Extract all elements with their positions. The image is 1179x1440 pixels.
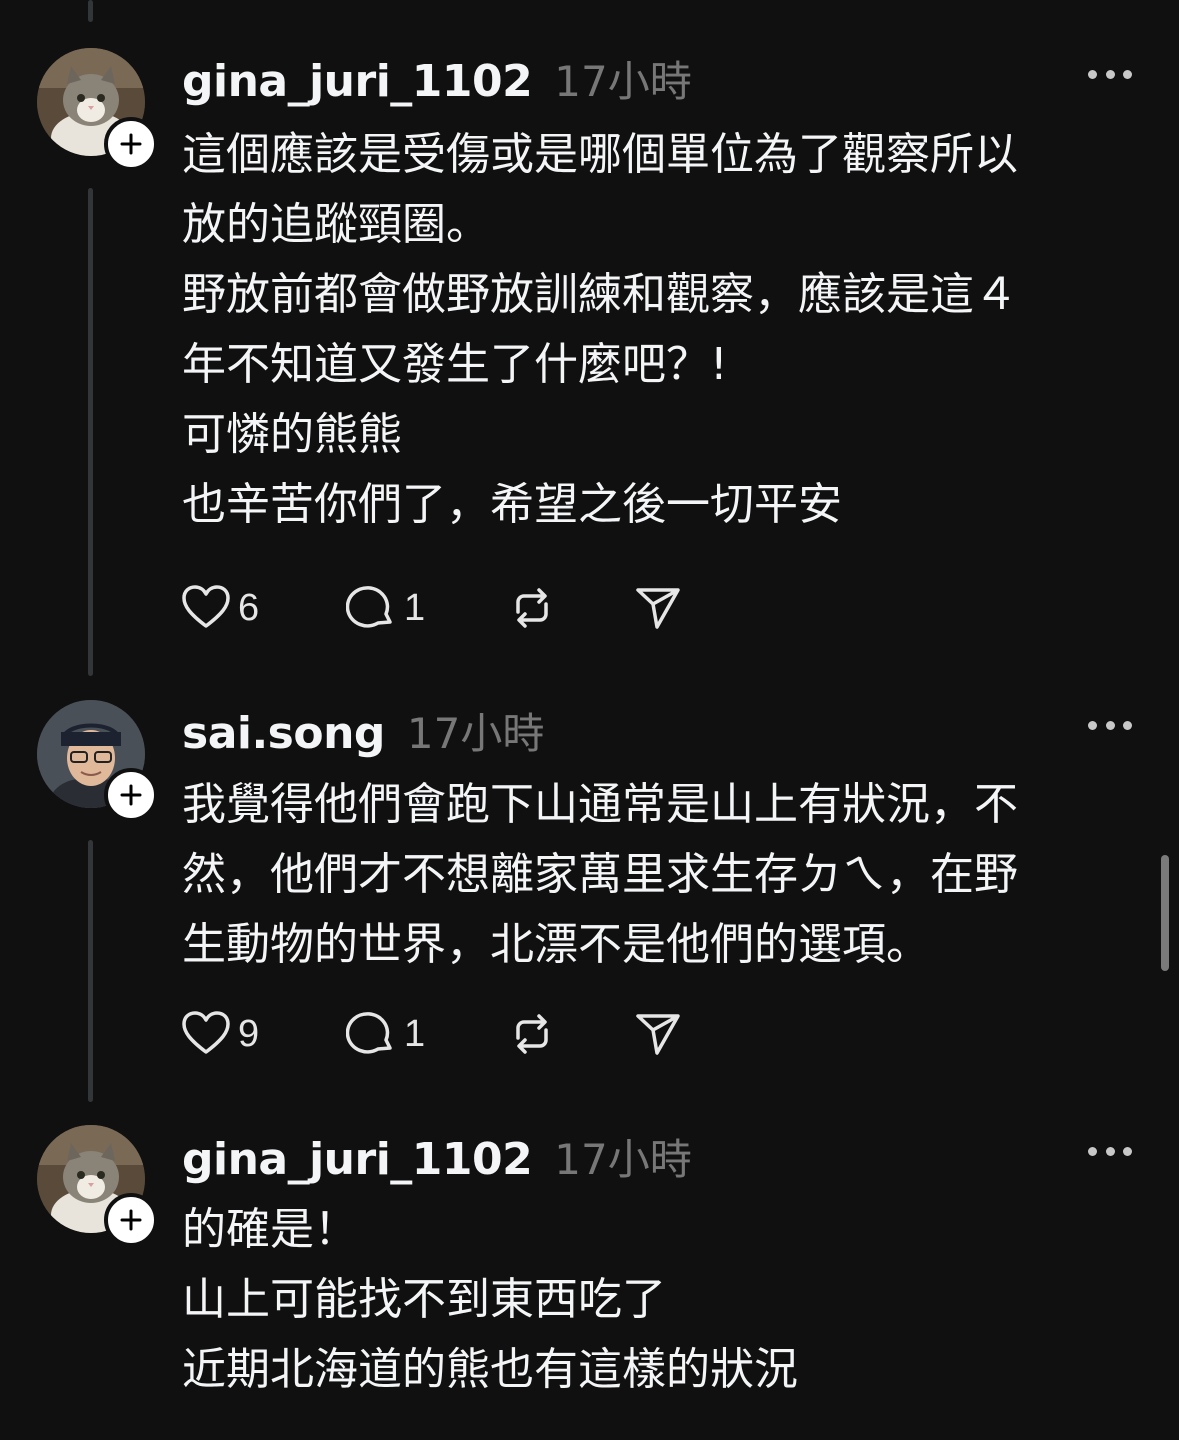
follow-button[interactable] (104, 117, 158, 171)
comment-icon (346, 1012, 392, 1054)
comment-line: 這個應該是受傷或是哪個單位為了觀察所以 (182, 129, 1018, 180)
dot-icon (1105, 69, 1115, 79)
comment-line: 我覺得他們會跑下山通常是山上有狀況，不 (182, 779, 1018, 830)
comment-line: 生動物的世界，北漂不是他們的選項。 (182, 919, 930, 970)
reply-button[interactable]: 1 (346, 582, 425, 634)
heart-icon (182, 1011, 230, 1054)
timestamp: 17小時 (554, 57, 692, 106)
comment-line: 野放前都會做野放訓練和觀察，應該是這４ (182, 269, 1018, 320)
comment-header: sai.song 17小時 (182, 700, 544, 761)
heart-icon (182, 585, 230, 628)
scrollbar[interactable] (1161, 855, 1169, 971)
follow-button[interactable] (104, 768, 158, 822)
comment-line: 山上可能找不到東西吃了 (182, 1274, 666, 1325)
plus-icon (120, 1209, 142, 1231)
more-options-button[interactable] (1088, 1141, 1132, 1161)
follow-button[interactable] (104, 1193, 158, 1247)
thread-line (88, 840, 93, 1102)
reply-button[interactable]: 1 (346, 1008, 425, 1060)
like-button[interactable]: 9 (180, 1008, 259, 1060)
dot-icon (1123, 1146, 1132, 1156)
dot-icon (1088, 720, 1097, 730)
plus-icon (120, 784, 142, 806)
dot-icon (1105, 1146, 1115, 1156)
dot-icon (1123, 720, 1132, 730)
username[interactable]: gina_juri_1102 (182, 56, 533, 107)
repost-icon (516, 1014, 548, 1054)
plus-icon (120, 133, 142, 155)
dot-icon (1123, 69, 1132, 79)
comment-text: 的確是！ 山上可能找不到東西吃了 近期北海道的熊也有這樣的狀況 (182, 1195, 1152, 1405)
repost-icon (516, 588, 548, 628)
comment-line: 的確是！ (182, 1204, 358, 1255)
like-count: 9 (238, 1012, 260, 1055)
username[interactable]: sai.song (182, 708, 385, 759)
comment-line: 年不知道又發生了什麼吧？! (182, 339, 728, 390)
reply-count: 1 (404, 586, 426, 629)
username[interactable]: gina_juri_1102 (182, 1134, 533, 1185)
comment-icon (346, 586, 392, 628)
comment-header: gina_juri_1102 17小時 (182, 1126, 692, 1187)
repost-button[interactable] (506, 582, 558, 634)
reply-count: 1 (404, 1012, 426, 1055)
thread-line-top (88, 0, 93, 22)
dot-icon (1105, 720, 1115, 730)
more-options-button[interactable] (1088, 64, 1132, 84)
comment-line: 也辛苦你們了，希望之後一切平安 (182, 479, 842, 530)
comment-text: 這個應該是受傷或是哪個單位為了觀察所以 放的追蹤頸圈。 野放前都會做野放訓練和觀… (182, 120, 1152, 540)
more-options-button[interactable] (1088, 715, 1132, 735)
comment-line: 放的追蹤頸圈。 (182, 199, 490, 250)
repost-button[interactable] (506, 1008, 558, 1060)
share-button[interactable] (632, 1008, 684, 1060)
comment-line: 近期北海道的熊也有這樣的狀況 (182, 1344, 798, 1395)
timestamp: 17小時 (554, 1135, 692, 1184)
share-button[interactable] (632, 582, 684, 634)
like-button[interactable]: 6 (180, 582, 259, 634)
thread-line (88, 188, 93, 676)
comment-header: gina_juri_1102 17小時 (182, 48, 692, 109)
dot-icon (1088, 69, 1097, 79)
timestamp: 17小時 (406, 709, 545, 758)
send-icon (636, 588, 680, 629)
comment-text: 我覺得他們會跑下山通常是山上有狀況，不 然，他們才不想離家萬里求生存ㄉㄟ，在野 … (182, 770, 1152, 980)
like-count: 6 (238, 586, 260, 629)
comment-line: 可憐的熊熊 (182, 409, 402, 460)
comment-line: 然，他們才不想離家萬里求生存ㄉㄟ，在野 (182, 849, 1018, 900)
dot-icon (1088, 1146, 1097, 1156)
send-icon (636, 1014, 680, 1055)
